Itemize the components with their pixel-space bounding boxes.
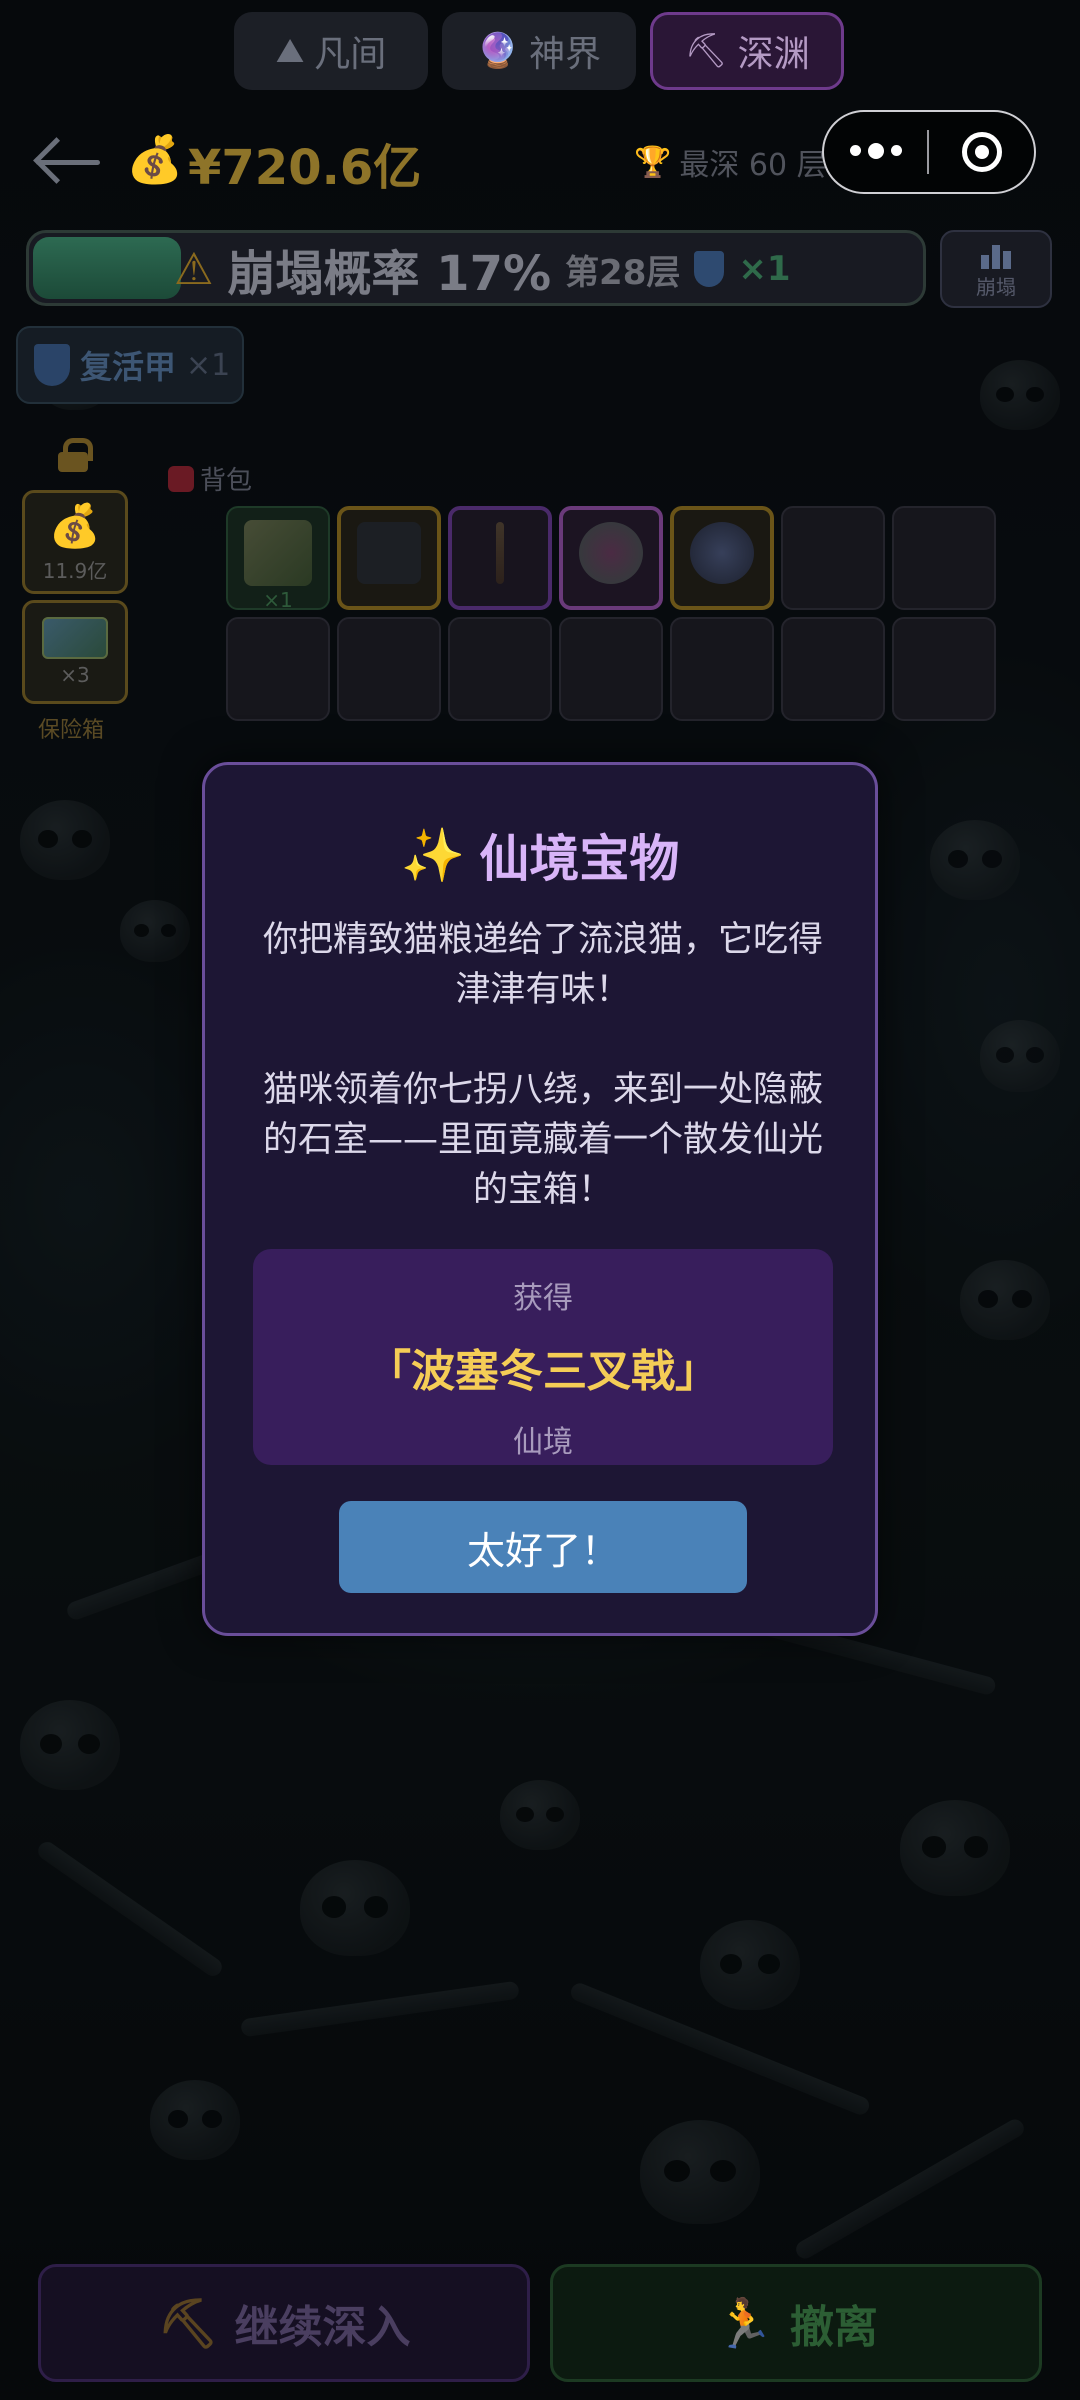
- backpack-slot-tablet[interactable]: [337, 506, 441, 610]
- more-menu-icon[interactable]: [824, 143, 927, 159]
- deepest-record: 🏆 最深 60 层: [634, 140, 827, 184]
- tab-mortal[interactable]: ⛰ 凡间: [234, 12, 428, 90]
- revive-armor-count: ×1: [186, 347, 231, 383]
- backpack-slot-empty[interactable]: [226, 617, 330, 721]
- backpack-slot-empty[interactable]: [559, 617, 663, 721]
- revive-armor-name: 复活甲: [80, 348, 177, 386]
- backpack-slot-empty[interactable]: [670, 617, 774, 721]
- lock-icon: [58, 438, 93, 472]
- confirm-button[interactable]: 太好了！: [339, 1501, 747, 1593]
- crystal-ball-icon: 🔮: [476, 31, 520, 71]
- collapse-probability-bar: ⚠ 崩塌概率 17% 第28层 ×1: [26, 230, 926, 306]
- backpack-label: 背包: [200, 466, 253, 496]
- safe-box-slot-money[interactable]: 💰 11.9亿: [22, 490, 128, 594]
- backpack-slot-orb[interactable]: [670, 506, 774, 610]
- mountain-icon: ⛰: [275, 31, 305, 71]
- current-layer: 第28层: [565, 252, 681, 293]
- continue-deeper-label: 继续深入: [234, 2302, 411, 2353]
- trophy-icon: 🏆: [634, 144, 672, 180]
- evacuate-button[interactable]: 🏃 撤离: [550, 2264, 1042, 2382]
- collapse-probability: 崩塌概率 17%: [227, 246, 552, 302]
- warning-icon: ⚠: [174, 243, 214, 295]
- ticket-icon: [42, 617, 108, 659]
- running-person-icon: 🏃: [714, 2295, 774, 2352]
- money-balance: ¥720.6亿: [188, 140, 422, 196]
- safe-box-slot-ticket[interactable]: ×3: [22, 600, 128, 704]
- sparkle-icon: ✨: [400, 825, 466, 886]
- backpack-slot-empty[interactable]: [781, 506, 885, 610]
- shield-icon: [34, 344, 70, 386]
- revive-armor-badge[interactable]: 复活甲 ×1: [16, 326, 244, 404]
- tab-label: 凡间: [314, 34, 387, 75]
- item-count: ×1: [263, 588, 293, 610]
- tab-divine[interactable]: 🔮 神界: [442, 12, 636, 90]
- modal-story: 你把精致猫粮递给了流浪猫，它吃得津津有味！ 猫咪领着你七拐八绕，来到一处隐蔽的石…: [255, 915, 831, 1215]
- reward-box: 获得 「波塞冬三叉戟」 仙境: [253, 1249, 833, 1465]
- backpack-slot-wreath[interactable]: [559, 506, 663, 610]
- story-paragraph: 猫咪领着你七拐八绕，来到一处隐蔽的石室——里面竟藏着一个散发仙光的宝箱！: [262, 1070, 823, 1210]
- modal-title-text: 仙境宝物: [479, 830, 680, 888]
- pickaxe-icon: ⛏: [684, 31, 728, 71]
- backpack-header: 背包: [168, 460, 252, 497]
- safe-box-label: 保险箱: [38, 718, 105, 743]
- treasure-modal: ✨ 仙境宝物 你把精致猫粮递给了流浪猫，它吃得津津有味！ 猫咪领着你七拐八绕，来…: [202, 762, 878, 1636]
- continue-deeper-button[interactable]: ⛏ 继续深入: [38, 2264, 530, 2382]
- money-bag-icon: 💰: [48, 500, 102, 550]
- close-miniprogram-icon[interactable]: [929, 132, 1034, 172]
- reward-rarity: 仙境: [513, 1425, 573, 1460]
- realm-tabs: ⛰ 凡间 🔮 神界 ⛏ 深渊: [234, 12, 844, 90]
- reward-label: 获得: [513, 1281, 573, 1316]
- collapse-button-label: 崩塌: [976, 274, 1016, 299]
- money-bag-icon: 💰: [126, 132, 184, 186]
- collapse-progress-fill: [33, 237, 181, 299]
- backpack-slot-empty[interactable]: [448, 617, 552, 721]
- story-paragraph: 你把精致猫粮递给了流浪猫，它吃得津津有味！: [262, 920, 823, 1010]
- pickaxe-icon: ⛏: [157, 2295, 219, 2352]
- backpack-slot-empty[interactable]: [781, 617, 885, 721]
- backpack-slot-scroll[interactable]: ×1: [226, 506, 330, 610]
- backpack-slot-dagger[interactable]: [448, 506, 552, 610]
- tab-abyss[interactable]: ⛏ 深渊: [650, 12, 844, 90]
- collapse-stats-button[interactable]: 崩塌: [940, 230, 1052, 308]
- backpack-grid: ×1: [226, 506, 996, 721]
- deepest-label: 最深 60 层: [679, 148, 827, 183]
- reward-name: 「波塞冬三叉戟」: [367, 1346, 719, 1397]
- backpack-icon: [168, 465, 194, 492]
- miniprogram-capsule: [822, 110, 1036, 194]
- safe-slot-value: 11.9亿: [42, 558, 108, 583]
- evacuate-label: 撤离: [789, 2302, 878, 2353]
- shield-icon: [694, 251, 725, 287]
- shield-count: ×1: [738, 249, 791, 289]
- backpack-slot-empty[interactable]: [337, 617, 441, 721]
- backpack-slot-empty[interactable]: [892, 506, 996, 610]
- modal-title: ✨ 仙境宝物: [205, 819, 875, 891]
- back-arrow-icon[interactable]: [36, 132, 106, 192]
- safe-slot-count: ×3: [60, 663, 90, 687]
- backpack-slot-empty[interactable]: [892, 617, 996, 721]
- tab-label: 深渊: [737, 34, 810, 75]
- bar-chart-icon: [981, 239, 1011, 269]
- tab-label: 神界: [529, 34, 602, 75]
